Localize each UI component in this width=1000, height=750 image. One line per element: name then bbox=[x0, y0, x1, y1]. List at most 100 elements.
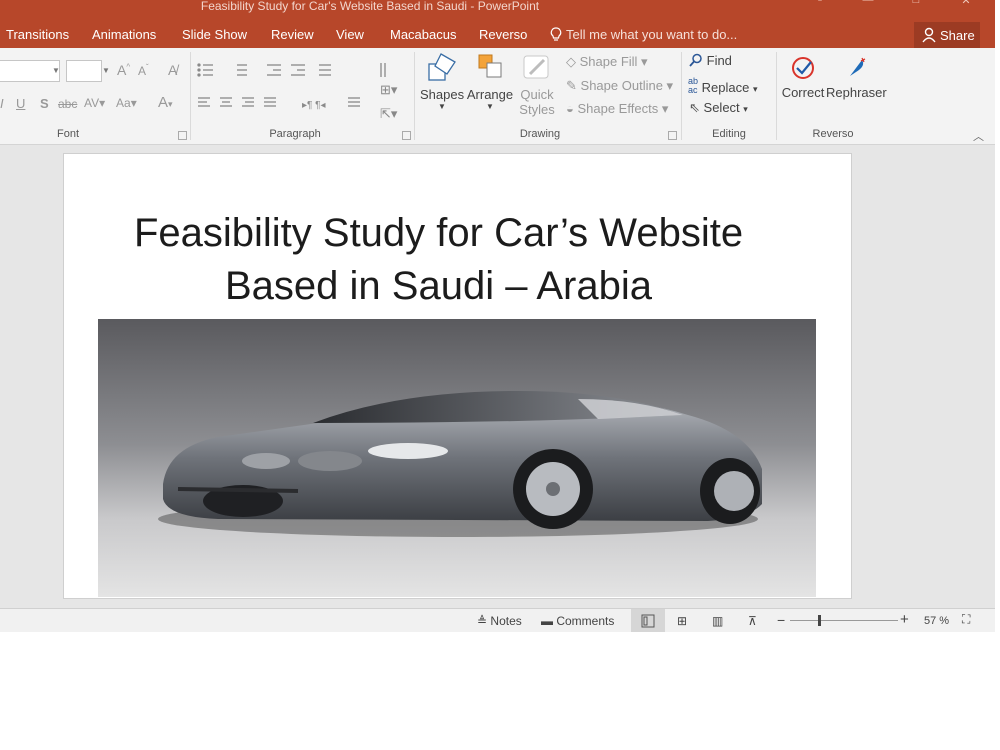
tell-me-box[interactable]: Tell me what you want to do... bbox=[550, 27, 737, 42]
background-strip bbox=[995, 0, 1000, 632]
quick-styles-label-1: Quick bbox=[520, 87, 554, 102]
zoom-in-button[interactable]: + bbox=[900, 611, 909, 628]
shadow-icon[interactable]: S bbox=[40, 96, 49, 111]
paragraph-dialog-launcher[interactable] bbox=[402, 131, 411, 140]
clear-formatting-icon[interactable]: A̸ bbox=[168, 62, 177, 78]
editing-group-label: Editing bbox=[712, 128, 746, 140]
group-divider bbox=[776, 52, 777, 140]
quick-styles-icon bbox=[523, 55, 549, 79]
arrange-label: Arrange bbox=[466, 87, 514, 102]
find-button[interactable]: Find bbox=[689, 53, 732, 68]
close-icon[interactable]: ✕ bbox=[946, 0, 986, 8]
font-size-dropdown-icon[interactable]: ▼ bbox=[102, 60, 110, 82]
grid-icon: ⊞ bbox=[677, 614, 688, 628]
chevron-down-icon: ▼ bbox=[486, 102, 494, 111]
tab-macabacus[interactable]: Macabacus bbox=[390, 27, 456, 42]
shape-outline-button[interactable]: ✎ Shape Outline ▾ bbox=[566, 78, 673, 94]
correct-label: Correct bbox=[781, 85, 825, 100]
comments-label: Comments bbox=[556, 614, 615, 628]
slide-title[interactable]: Feasibility Study for Car’s Website Base… bbox=[86, 207, 791, 313]
font-size-field[interactable] bbox=[66, 60, 102, 82]
shapes-label: Shapes bbox=[420, 87, 465, 102]
zoom-out-button[interactable]: − bbox=[777, 612, 785, 628]
title-bar: Feasibility Study for Car's Website Base… bbox=[0, 0, 995, 22]
rephraser-button[interactable]: Rephraser bbox=[826, 54, 887, 100]
shape-effects-icon: ◒ bbox=[566, 101, 574, 116]
arrange-icon bbox=[478, 54, 502, 78]
shape-effects-button[interactable]: ◒ Shape Effects ▾ bbox=[566, 101, 668, 117]
italic-icon[interactable]: I bbox=[0, 96, 4, 111]
zoom-slider[interactable] bbox=[790, 620, 898, 621]
tab-reverso[interactable]: Reverso bbox=[479, 27, 527, 42]
zoom-level[interactable]: 57 % bbox=[924, 615, 949, 627]
font-dialog-launcher[interactable] bbox=[178, 131, 187, 140]
car-image[interactable] bbox=[98, 319, 816, 597]
change-case-label: Aa bbox=[116, 96, 131, 110]
underline-icon[interactable]: U bbox=[16, 96, 25, 111]
paint-bucket-icon: ◇ bbox=[566, 54, 576, 69]
notes-label: Notes bbox=[490, 614, 522, 628]
font-name-field[interactable] bbox=[0, 60, 60, 82]
fit-to-window-icon[interactable]: ⛶ bbox=[962, 612, 970, 627]
shape-fill-button[interactable]: ◇ Shape Fill ▾ bbox=[566, 54, 648, 70]
drawing-group-label: Drawing bbox=[519, 128, 561, 140]
share-label: Share bbox=[940, 28, 975, 43]
tab-transitions[interactable]: Transitions bbox=[6, 27, 69, 42]
comments-button[interactable]: ▬ Comments bbox=[541, 614, 614, 628]
align-text-icon[interactable]: ⇱▾ bbox=[380, 106, 397, 122]
quick-styles-label-2: Styles bbox=[519, 102, 555, 117]
tab-animations[interactable]: Animations bbox=[92, 27, 156, 42]
person-icon bbox=[922, 27, 936, 43]
tab-review[interactable]: Review bbox=[271, 27, 314, 42]
arrange-button[interactable]: Arrange ▼ bbox=[466, 52, 514, 126]
drawing-dialog-launcher[interactable] bbox=[668, 131, 677, 140]
slide-title-line1: Feasibility Study for Car’s Website bbox=[133, 211, 744, 255]
zoom-slider-thumb[interactable] bbox=[818, 615, 821, 626]
slide-editor[interactable]: Feasibility Study for Car’s Website Base… bbox=[0, 145, 995, 608]
shrink-font-icon[interactable]: Aˇ bbox=[138, 63, 149, 78]
correct-button[interactable]: Correct bbox=[780, 54, 826, 100]
collapse-ribbon-icon[interactable]: ︿ bbox=[973, 128, 984, 144]
pencil-icon: ✎ bbox=[566, 78, 577, 93]
slide-sorter-button[interactable]: ⊞ bbox=[677, 614, 687, 628]
slide-title-line2: Based in Saudi – Arabia bbox=[225, 264, 652, 308]
strikethrough-icon[interactable]: abc bbox=[58, 97, 77, 111]
character-spacing-icon[interactable]: AV▾ bbox=[84, 96, 105, 110]
ribbon-tabs: Transitions Animations Slide Show Review… bbox=[0, 22, 995, 48]
cursor-icon: ⇖ bbox=[689, 100, 700, 115]
reading-view-button[interactable]: ▥ bbox=[712, 614, 723, 628]
tab-view[interactable]: View bbox=[336, 27, 364, 42]
paragraph-row1-icons[interactable] bbox=[197, 62, 387, 78]
svg-text:▸¶ ¶◂: ▸¶ ¶◂ bbox=[302, 100, 326, 111]
group-divider bbox=[190, 52, 191, 140]
projector-icon: ⊼ bbox=[748, 614, 757, 628]
restore-ribbon-icon[interactable]: ▫ bbox=[800, 0, 840, 8]
text-direction-icon[interactable]: ⊞▾ bbox=[380, 82, 397, 98]
select-button[interactable]: ⇖ Select ▾ bbox=[689, 100, 748, 116]
quick-styles-button[interactable]: Quick Styles bbox=[515, 52, 559, 126]
change-case-button[interactable]: Aa▾ bbox=[116, 96, 137, 110]
tab-slide-show[interactable]: Slide Show bbox=[182, 27, 247, 42]
replace-label: Replace bbox=[701, 80, 750, 95]
shapes-icon bbox=[428, 53, 456, 81]
replace-button[interactable]: ab ac Replace ▾ bbox=[688, 77, 758, 96]
car-illustration bbox=[158, 391, 762, 537]
tell-me-text: Tell me what you want to do... bbox=[566, 27, 738, 42]
maximize-icon[interactable]: □ bbox=[896, 0, 936, 8]
font-color-button[interactable]: A▾ bbox=[158, 94, 173, 111]
paragraph-group-label: Paragraph bbox=[269, 128, 321, 140]
notes-icon: ≜ bbox=[477, 614, 488, 628]
minimize-icon[interactable]: — bbox=[848, 0, 888, 8]
font-name-dropdown-icon[interactable]: ▼ bbox=[52, 60, 62, 80]
quill-icon bbox=[850, 57, 866, 76]
slide[interactable]: Feasibility Study for Car’s Website Base… bbox=[63, 153, 852, 599]
grow-font-icon[interactable]: A^ bbox=[117, 62, 130, 78]
notes-button[interactable]: ≜ Notes bbox=[477, 614, 522, 628]
share-button[interactable]: Share bbox=[914, 22, 980, 48]
slideshow-button[interactable]: ⊼ bbox=[748, 614, 757, 628]
find-label: Find bbox=[706, 53, 732, 68]
normal-view-button[interactable] bbox=[631, 609, 665, 632]
comment-icon: ▬ bbox=[541, 614, 553, 628]
paragraph-align-icons[interactable]: ▸¶ ¶◂ bbox=[198, 95, 378, 111]
shapes-button[interactable]: Shapes ▼ bbox=[420, 52, 464, 126]
